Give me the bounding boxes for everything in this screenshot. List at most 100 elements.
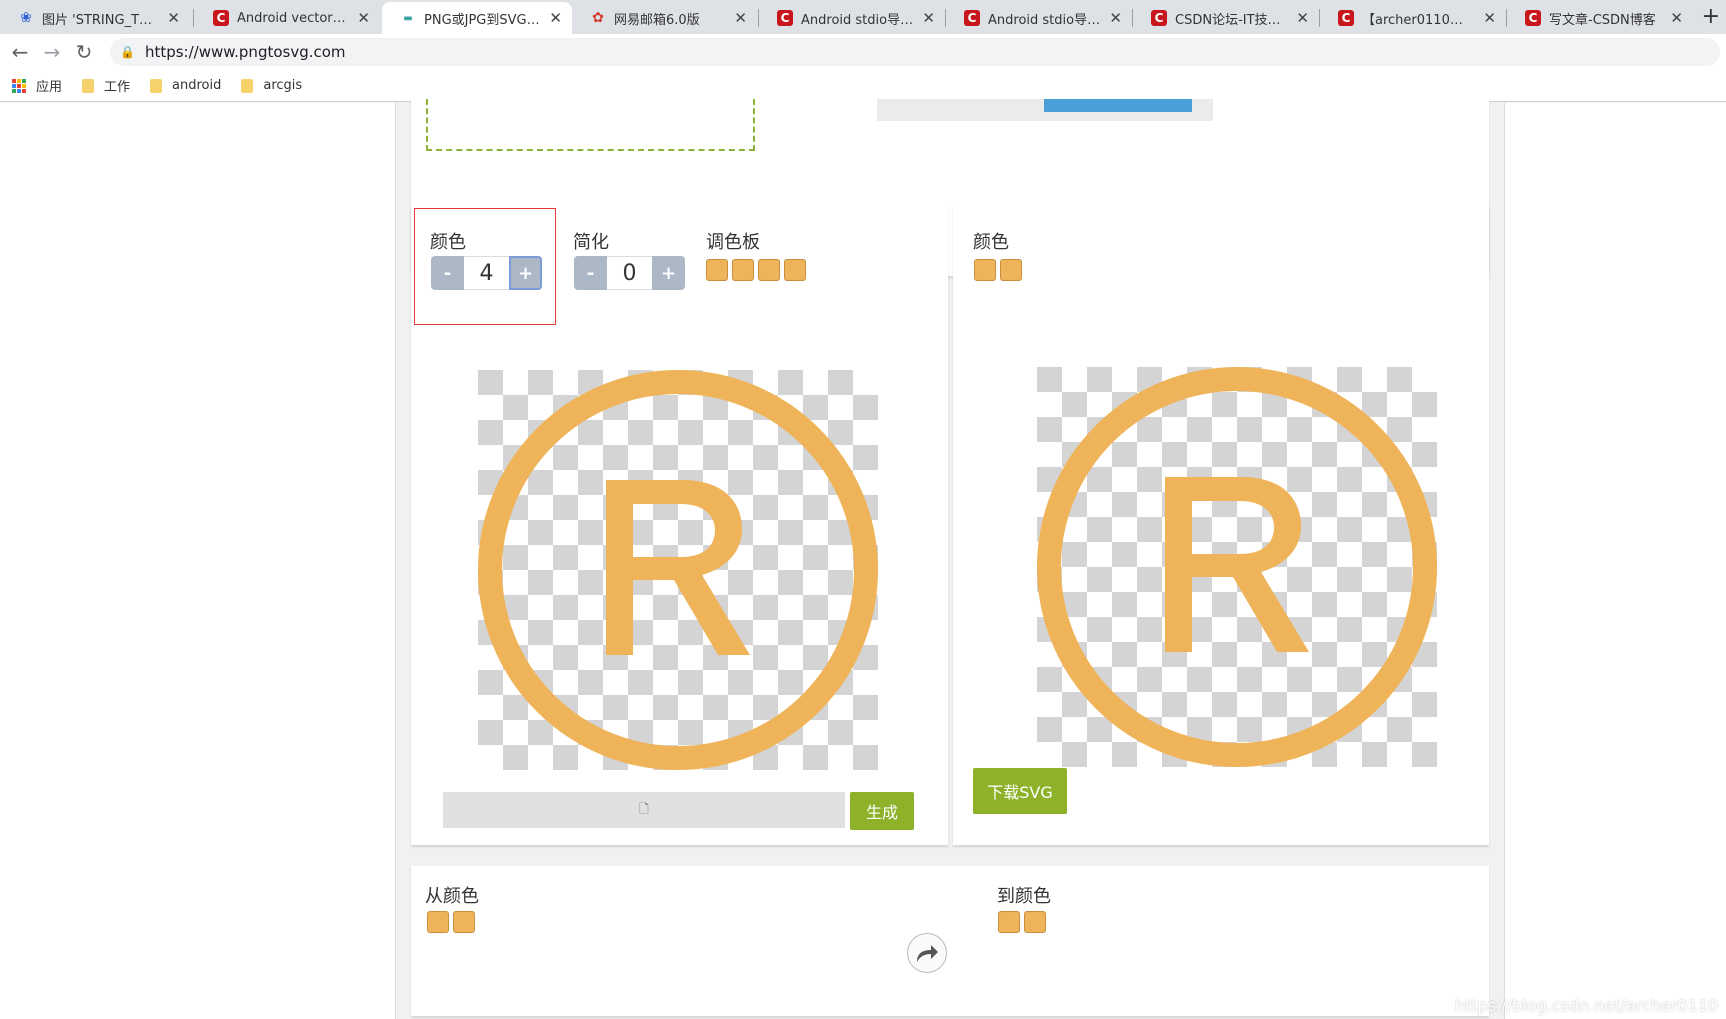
tab-3-active[interactable]: ▬ PNG或JPG到SVG - 上 ✕ bbox=[382, 2, 572, 34]
tab-8[interactable]: C 【archer0110的博客】 ✕ bbox=[1320, 2, 1506, 34]
tab-title: Android vector pathD bbox=[237, 10, 349, 26]
tab-title: Android stdio导入项目 bbox=[801, 12, 914, 28]
original-preview-image bbox=[478, 370, 878, 770]
bookmark-folder-work[interactable]: 工作 bbox=[82, 76, 130, 95]
apps-grid-icon bbox=[12, 78, 26, 93]
simplify-label: 简化 bbox=[573, 232, 609, 253]
csdn-icon: C bbox=[1525, 10, 1541, 26]
tab-4[interactable]: ✿ 网易邮箱6.0版 ✕ bbox=[572, 2, 757, 34]
close-icon[interactable]: ✕ bbox=[357, 9, 370, 27]
tab-2[interactable]: C Android vector pathD ✕ bbox=[195, 2, 380, 34]
bookmark-label: 工作 bbox=[104, 80, 131, 95]
bookmark-folder-arcgis[interactable]: arcgis bbox=[241, 78, 302, 93]
watermark-text: https://blog.csdn.net/archer0110 bbox=[1454, 996, 1718, 1015]
colors-value[interactable]: 4 bbox=[464, 256, 509, 290]
color-swatch[interactable] bbox=[732, 259, 754, 281]
close-icon[interactable]: ✕ bbox=[1670, 9, 1683, 27]
close-icon[interactable]: ✕ bbox=[1109, 9, 1122, 27]
reload-icon[interactable]: ↻ bbox=[72, 40, 96, 64]
palette-swatches bbox=[706, 259, 806, 281]
from-color-label: 从颜色 bbox=[425, 886, 479, 907]
csdn-icon: C bbox=[1151, 10, 1167, 26]
from-color-swatches bbox=[427, 911, 475, 933]
tab-separator bbox=[193, 9, 194, 27]
back-arrow-icon[interactable]: ← bbox=[8, 40, 32, 64]
svg-result-image bbox=[1037, 367, 1437, 767]
simplify-decrement-button[interactable]: - bbox=[574, 256, 607, 290]
color-swatch[interactable] bbox=[453, 911, 475, 933]
csdn-icon: C bbox=[964, 10, 980, 26]
color-swatch[interactable] bbox=[706, 259, 728, 281]
simplify-stepper[interactable]: - 0 + bbox=[574, 256, 685, 290]
bookmarks-bar: 应用 工作 android arcgis bbox=[0, 70, 1726, 102]
forward-arrow-icon[interactable]: → bbox=[40, 40, 64, 64]
column-border bbox=[395, 103, 396, 1019]
file-input[interactable]: 🗋 bbox=[443, 792, 845, 828]
address-bar[interactable]: 🔒 https://www.pngtosvg.com bbox=[110, 38, 1720, 66]
tab-7[interactable]: C CSDN论坛-IT技术交流 ✕ bbox=[1133, 2, 1319, 34]
browser-toolbar: ← → ↻ 🔒 https://www.pngtosvg.com bbox=[0, 34, 1726, 70]
folder-icon bbox=[82, 78, 95, 93]
close-icon[interactable]: ✕ bbox=[1483, 9, 1496, 27]
csdn-icon: C bbox=[1338, 10, 1354, 26]
tab-title: 【archer0110的博客】 bbox=[1362, 12, 1476, 28]
swap-color-button[interactable] bbox=[907, 933, 947, 973]
download-svg-button[interactable]: 下载SVG bbox=[973, 768, 1067, 814]
bookmark-label: 应用 bbox=[36, 80, 63, 95]
tab-title: 写文章-CSDN博客 bbox=[1549, 12, 1656, 28]
tab-9[interactable]: C 写文章-CSDN博客 ✕ bbox=[1507, 2, 1693, 34]
tab-6[interactable]: C Android stdio导入项目 ✕ bbox=[946, 2, 1132, 34]
color-swatch[interactable] bbox=[974, 259, 996, 281]
colors-decrement-button[interactable]: - bbox=[431, 256, 464, 290]
bookmark-label: arcgis bbox=[263, 78, 303, 93]
color-swatch[interactable] bbox=[998, 911, 1020, 933]
paw-icon: ❀ bbox=[20, 10, 32, 26]
color-swatch[interactable] bbox=[784, 259, 806, 281]
page-content: 颜色 - 4 + 简化 - 0 + 调色板 🗋 生成 颜色 下载SVG 从颜色 … bbox=[0, 99, 1726, 1019]
color-swatch[interactable] bbox=[1024, 911, 1046, 933]
bookmark-folder-android[interactable]: android bbox=[150, 78, 221, 93]
lock-icon: 🔒 bbox=[120, 45, 135, 59]
left-margin bbox=[0, 103, 395, 1019]
tab-title: PNG或JPG到SVG - 上 bbox=[424, 12, 542, 28]
upload-dropzone[interactable] bbox=[426, 99, 755, 151]
generate-button[interactable]: 生成 bbox=[850, 792, 914, 830]
palette-label: 调色板 bbox=[706, 232, 760, 253]
url-text: https://www.pngtosvg.com bbox=[144, 43, 346, 61]
close-icon[interactable]: ✕ bbox=[1296, 9, 1309, 27]
close-icon[interactable]: ✕ bbox=[734, 9, 747, 27]
close-icon[interactable]: ✕ bbox=[922, 9, 935, 27]
replace-color-card bbox=[411, 866, 1489, 1016]
result-colors-label: 颜色 bbox=[973, 232, 1009, 253]
close-icon[interactable]: ✕ bbox=[167, 9, 180, 27]
close-icon[interactable]: ✕ bbox=[549, 9, 562, 27]
mail-icon: ✿ bbox=[592, 10, 604, 26]
png-icon: ▬ bbox=[403, 12, 413, 24]
tab-title: 图片 'STRING_TOO_LA bbox=[42, 12, 160, 28]
to-color-label: 到颜色 bbox=[997, 886, 1051, 907]
color-swatch[interactable] bbox=[1000, 259, 1022, 281]
tab-strip: ❀ 图片 'STRING_TOO_LA ✕ C Android vector p… bbox=[0, 0, 1726, 34]
column-border bbox=[1504, 103, 1505, 1019]
redo-arrow-icon bbox=[917, 945, 938, 962]
csdn-icon: C bbox=[777, 10, 793, 26]
color-swatch[interactable] bbox=[758, 259, 780, 281]
tab-title: CSDN论坛-IT技术交流 bbox=[1175, 12, 1288, 28]
upload-progress-bar bbox=[1044, 99, 1192, 112]
result-swatches bbox=[974, 259, 1022, 281]
tab-5[interactable]: C Android stdio导入项目 ✕ bbox=[759, 2, 945, 34]
folder-icon bbox=[150, 78, 163, 93]
file-icon: 🗋 bbox=[639, 801, 649, 816]
simplify-value[interactable]: 0 bbox=[607, 256, 652, 290]
tab-1[interactable]: ❀ 图片 'STRING_TOO_LA ✕ bbox=[0, 2, 190, 34]
color-swatch[interactable] bbox=[427, 911, 449, 933]
right-margin bbox=[1504, 103, 1726, 1019]
colors-stepper[interactable]: - 4 + bbox=[431, 256, 542, 290]
to-color-swatches bbox=[998, 911, 1046, 933]
new-tab-button[interactable]: + bbox=[1702, 4, 1720, 29]
colors-increment-button[interactable]: + bbox=[509, 256, 542, 290]
tab-title: Android stdio导入项目 bbox=[988, 12, 1101, 28]
bookmark-label: android bbox=[172, 78, 222, 93]
bookmark-apps[interactable]: 应用 bbox=[12, 76, 62, 95]
simplify-increment-button[interactable]: + bbox=[652, 256, 685, 290]
